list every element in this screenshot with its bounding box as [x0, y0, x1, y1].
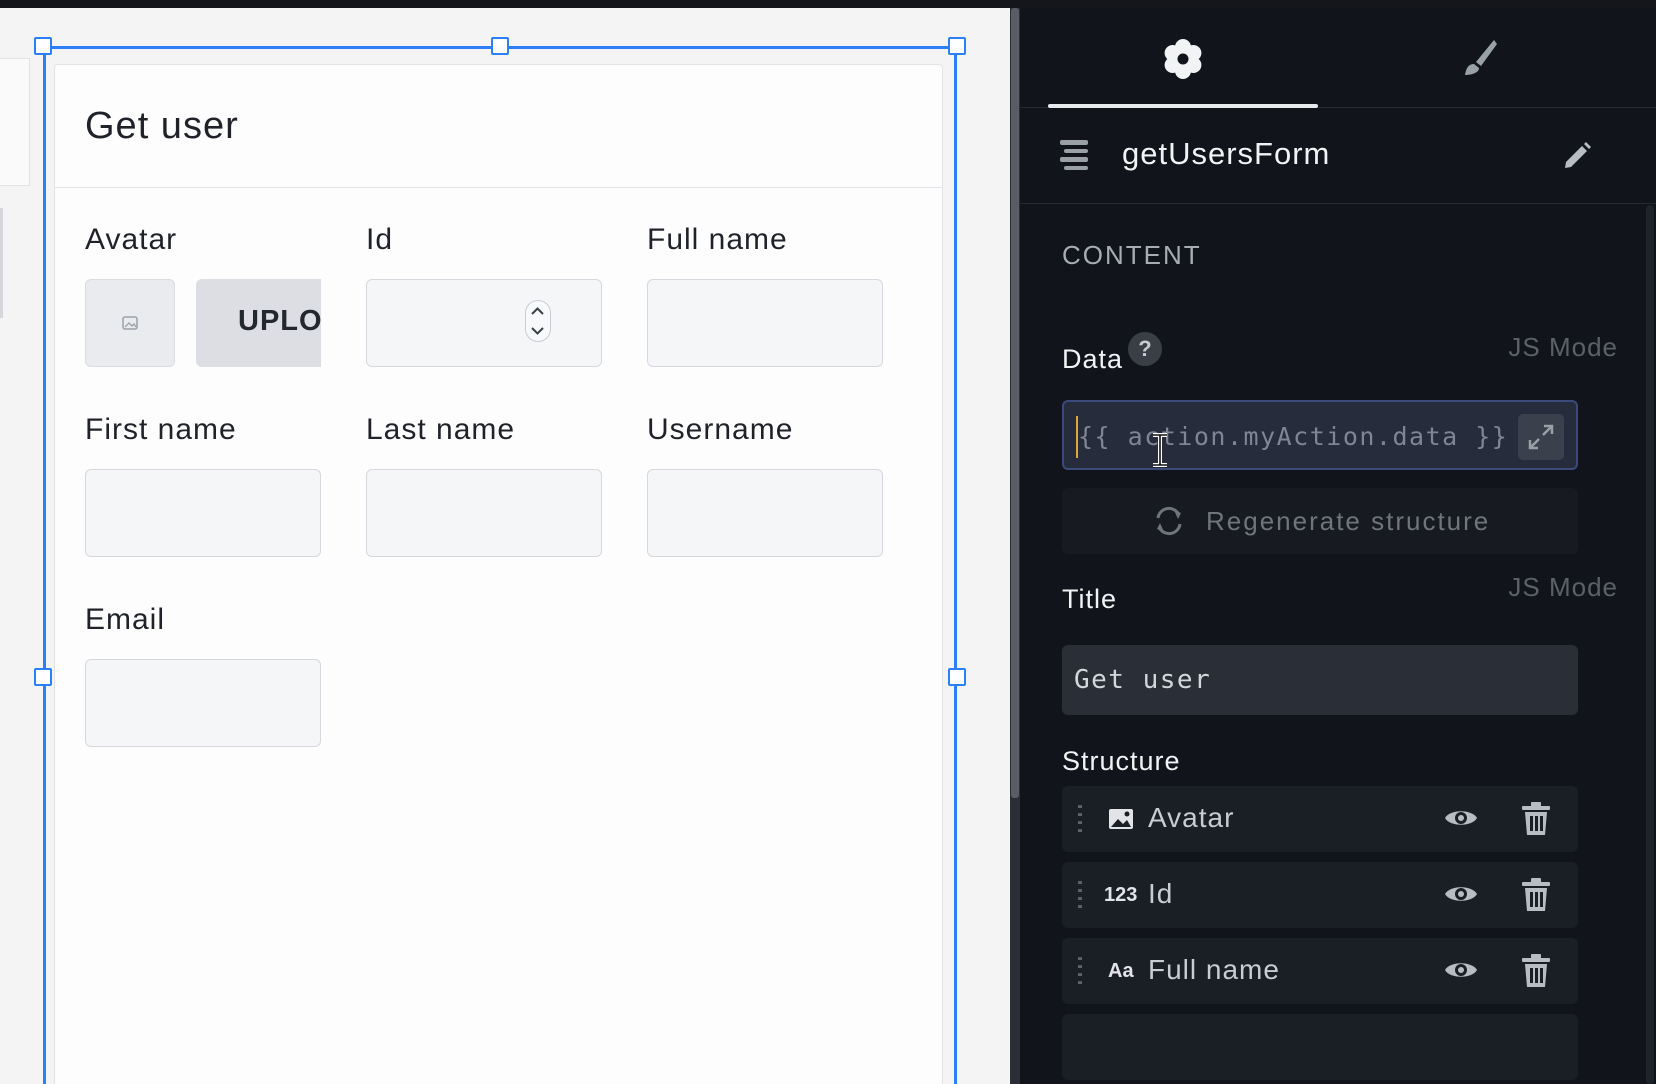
resize-handle-top-left[interactable] [34, 37, 52, 55]
trash-icon[interactable] [1520, 878, 1552, 912]
structure-item[interactable]: Avatar [1062, 786, 1578, 852]
widget-header: getUsersForm [1020, 108, 1656, 204]
title-label: Title [1062, 584, 1118, 614]
number-type-icon: 123 [1104, 884, 1138, 906]
regenerate-structure-label: Regenerate structure [1206, 506, 1491, 536]
panel-tabs [1020, 8, 1656, 108]
data-label: Data [1062, 344, 1124, 374]
properties-panel: getUsersForm CONTENT Data ? JS Mode {{ a… [1020, 8, 1656, 1084]
title-input[interactable]: Get user [1062, 645, 1578, 715]
data-js-mode-toggle[interactable]: JS Mode [1508, 332, 1618, 363]
canvas[interactable]: Get user Avatar UPLOAD Id Full name Firs… [0, 8, 1010, 1084]
image-icon [1109, 809, 1133, 829]
form-widget-icon [1060, 140, 1088, 170]
structure-label: Structure [1062, 746, 1181, 776]
drag-handle-icon[interactable] [1076, 880, 1084, 910]
eye-icon[interactable] [1444, 958, 1478, 982]
text-type-icon: Aa [1108, 960, 1134, 982]
trash-icon[interactable] [1520, 954, 1552, 988]
section-title: CONTENT [1062, 240, 1202, 270]
structure-item[interactable] [1062, 1014, 1578, 1080]
canvas-scrollbar-thumb[interactable] [1011, 8, 1019, 798]
eye-icon[interactable] [1444, 882, 1478, 906]
resize-handle-top[interactable] [491, 37, 509, 55]
resize-handle-top-right[interactable] [948, 37, 966, 55]
widget-name: getUsersForm [1122, 136, 1331, 171]
expand-icon [1528, 424, 1554, 450]
help-icon[interactable]: ? [1128, 332, 1162, 366]
pencil-icon[interactable] [1562, 140, 1592, 170]
adjacent-widget-edge [0, 208, 3, 318]
drag-handle-icon[interactable] [1076, 804, 1084, 834]
drag-handle-icon[interactable] [1076, 956, 1084, 986]
structure-item[interactable]: 123 Id [1062, 862, 1578, 928]
resize-handle-left[interactable] [34, 668, 52, 686]
data-binding-input[interactable]: {{ action.myAction.data }} [1062, 400, 1578, 470]
selection-outline [43, 46, 957, 1084]
regenerate-structure-button[interactable]: Regenerate structure [1062, 488, 1578, 554]
expand-editor-button[interactable] [1518, 414, 1564, 460]
structure-item[interactable]: Aa Full name [1062, 938, 1578, 1004]
trash-icon[interactable] [1520, 802, 1552, 836]
resize-handle-right[interactable] [948, 668, 966, 686]
title-input-value: Get user [1074, 665, 1212, 695]
tab-style[interactable] [1360, 8, 1630, 108]
gear-icon [1164, 39, 1202, 79]
eye-icon[interactable] [1444, 806, 1478, 830]
data-binding-value: {{ action.myAction.data }} [1078, 422, 1509, 451]
canvas-scrollbar[interactable] [1010, 8, 1020, 1084]
adjacent-widget[interactable] [0, 58, 30, 186]
structure-item-name: Avatar [1148, 802, 1235, 833]
structure-item-name: Full name [1148, 954, 1280, 985]
brush-icon [1465, 40, 1497, 75]
top-bar [0, 0, 1656, 8]
text-cursor-ibeam-icon [1153, 433, 1167, 467]
title-js-mode-toggle[interactable]: JS Mode [1508, 572, 1618, 603]
structure-item-name: Id [1148, 878, 1174, 909]
panel-scrollbar[interactable] [1646, 205, 1654, 1084]
tab-settings[interactable] [1048, 8, 1318, 108]
refresh-icon [1156, 506, 1182, 536]
